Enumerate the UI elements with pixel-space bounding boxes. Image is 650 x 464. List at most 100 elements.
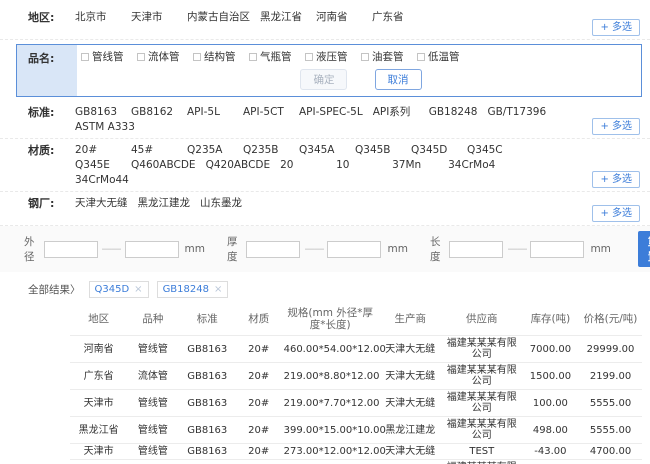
- table-row[interactable]: 天津市管线管GB816320#406.00*12.00*12.00天津大无缝福建…: [70, 460, 642, 464]
- standard-option[interactable]: GB/T17396: [487, 105, 546, 120]
- reset-button[interactable]: 重置: [638, 231, 650, 267]
- region-option[interactable]: 北京市: [75, 10, 121, 26]
- region-option[interactable]: 河南省: [316, 10, 362, 26]
- checkbox-icon[interactable]: [361, 53, 369, 61]
- checkbox-icon[interactable]: [417, 53, 425, 61]
- material-option[interactable]: Q460ABCDE: [131, 158, 196, 173]
- checkbox-icon[interactable]: [137, 53, 145, 61]
- material-option[interactable]: 20#: [75, 143, 121, 158]
- table-row[interactable]: 广东省流体管GB816320#219.00*8.80*12.00天津大无缝福建某…: [70, 363, 642, 390]
- filter-tag[interactable]: Q345D×: [89, 281, 149, 298]
- table-row[interactable]: 天津市管线管GB816320#219.00*7.70*12.00天津大无缝福建某…: [70, 390, 642, 417]
- table-cell: 406.00*12.00*12.00: [282, 460, 379, 464]
- table-cell: 流体管: [127, 363, 178, 390]
- table-cell: 天津大无缝: [379, 336, 442, 363]
- table-cell: 福建某某某有限公司: [442, 460, 522, 464]
- table-cell: 20#: [236, 363, 282, 390]
- region-option[interactable]: 内蒙古自治区: [187, 10, 250, 26]
- all-results-label: 全部结果〉: [28, 282, 81, 297]
- length-max-input[interactable]: [530, 241, 584, 258]
- standard-more-button[interactable]: + 多选: [592, 118, 640, 135]
- close-icon[interactable]: ×: [214, 283, 222, 296]
- outer-diameter-max-input[interactable]: [125, 241, 179, 258]
- mill-options: 天津大无缝黑龙江建龙山东墨龙: [75, 196, 562, 212]
- region-option[interactable]: 天津市: [131, 10, 177, 26]
- standard-option[interactable]: API系列: [373, 105, 419, 120]
- standard-option-label: API-5L: [187, 106, 220, 118]
- material-option[interactable]: Q235A: [187, 143, 233, 158]
- material-option[interactable]: 34CrMo4: [448, 158, 495, 173]
- table-cell: 福建某某某有限公司: [442, 336, 522, 363]
- material-option-label: Q345E: [75, 159, 110, 171]
- material-more-button[interactable]: + 多选: [592, 171, 640, 188]
- product-option-label: 结构管: [204, 51, 236, 63]
- checkbox-icon[interactable]: [193, 53, 201, 61]
- table-cell: 天津市: [70, 444, 127, 460]
- close-icon[interactable]: ×: [134, 283, 142, 296]
- table-cell: 20#: [236, 460, 282, 464]
- standard-option[interactable]: GB8162: [131, 105, 177, 120]
- checkbox-icon[interactable]: [81, 53, 89, 61]
- standard-option[interactable]: API-5CT: [243, 105, 289, 120]
- thickness-min-input[interactable]: [246, 241, 300, 258]
- product-option[interactable]: 管线管: [81, 50, 127, 65]
- table-cell: 399.00*15.00*10.00: [282, 417, 379, 444]
- table-cell: 管线管: [127, 390, 178, 417]
- table-row[interactable]: 河南省管线管GB816320#460.00*54.00*12.00天津大无缝福建…: [70, 336, 642, 363]
- material-option[interactable]: 34CrMo44: [75, 173, 129, 188]
- table-header-row: 地区品种标准材质规格(mm 外径*厚度*长度)生产商供应商库存(吨)价格(元/吨…: [70, 303, 642, 336]
- checkbox-icon[interactable]: [249, 53, 257, 61]
- product-option[interactable]: 低温管: [417, 50, 463, 65]
- filter-tag[interactable]: GB18248×: [157, 281, 229, 298]
- cancel-button[interactable]: 取消: [375, 69, 422, 90]
- material-option[interactable]: 20: [280, 158, 326, 173]
- table-row[interactable]: 黑龙江省管线管GB816320#399.00*15.00*10.00黑龙江建龙福…: [70, 417, 642, 444]
- material-filter-label: 材质:: [0, 143, 75, 188]
- mill-option[interactable]: 黑龙江建龙: [138, 196, 191, 212]
- material-option[interactable]: Q235B: [243, 143, 289, 158]
- region-option-label: 广东省: [372, 11, 404, 23]
- product-option[interactable]: 油套管: [361, 50, 407, 65]
- product-option[interactable]: 结构管: [193, 50, 239, 65]
- material-option-label: 10: [336, 159, 349, 171]
- material-option[interactable]: 37Mn: [392, 158, 438, 173]
- table-row[interactable]: 天津市管线管GB816320#273.00*12.00*12.00天津大无缝TE…: [70, 444, 642, 460]
- checkbox-icon[interactable]: [305, 53, 313, 61]
- region-option[interactable]: 黑龙江省: [260, 10, 306, 26]
- standard-option[interactable]: ASTM A333: [75, 120, 135, 135]
- length-min-input[interactable]: [449, 241, 503, 258]
- standard-option[interactable]: API-5L: [187, 105, 233, 120]
- table-cell: 管线管: [127, 417, 178, 444]
- region-options: 北京市天津市内蒙古自治区黑龙江省河南省广东省: [75, 10, 562, 26]
- material-option[interactable]: 10: [336, 158, 382, 173]
- material-option[interactable]: Q420ABCDE: [206, 158, 271, 173]
- material-option[interactable]: Q345A: [299, 143, 345, 158]
- standard-option[interactable]: API-SPEC-5L: [299, 105, 363, 120]
- material-option[interactable]: Q345D: [411, 143, 457, 158]
- range-dash: ——: [102, 243, 121, 255]
- thickness-max-input[interactable]: [327, 241, 381, 258]
- standard-option[interactable]: GB8163: [75, 105, 121, 120]
- region-option-label: 内蒙古自治区: [187, 11, 250, 23]
- length-label: 长度: [430, 234, 441, 264]
- material-option-label: Q235B: [243, 144, 279, 156]
- confirm-button[interactable]: 确定: [300, 69, 347, 90]
- region-more-button[interactable]: + 多选: [592, 19, 640, 36]
- region-option[interactable]: 广东省: [372, 10, 418, 26]
- mill-option[interactable]: 山东墨龙: [200, 196, 246, 212]
- material-option[interactable]: Q345E: [75, 158, 121, 173]
- mill-more-button[interactable]: + 多选: [592, 205, 640, 222]
- length-unit: mm: [590, 243, 610, 255]
- material-option[interactable]: Q345C: [467, 143, 513, 158]
- table-cell: 黑龙江建龙: [379, 417, 442, 444]
- material-option[interactable]: 45#: [131, 143, 177, 158]
- table-cell: 5555.00: [579, 390, 642, 417]
- outer-diameter-min-input[interactable]: [44, 241, 98, 258]
- material-option[interactable]: Q345B: [355, 143, 401, 158]
- table-cell: 147.00: [522, 460, 579, 464]
- product-option[interactable]: 流体管: [137, 50, 183, 65]
- product-option[interactable]: 气瓶管: [249, 50, 295, 65]
- product-option[interactable]: 液压管: [305, 50, 351, 65]
- mill-option[interactable]: 天津大无缝: [75, 196, 128, 212]
- standard-option[interactable]: GB18248: [429, 105, 478, 120]
